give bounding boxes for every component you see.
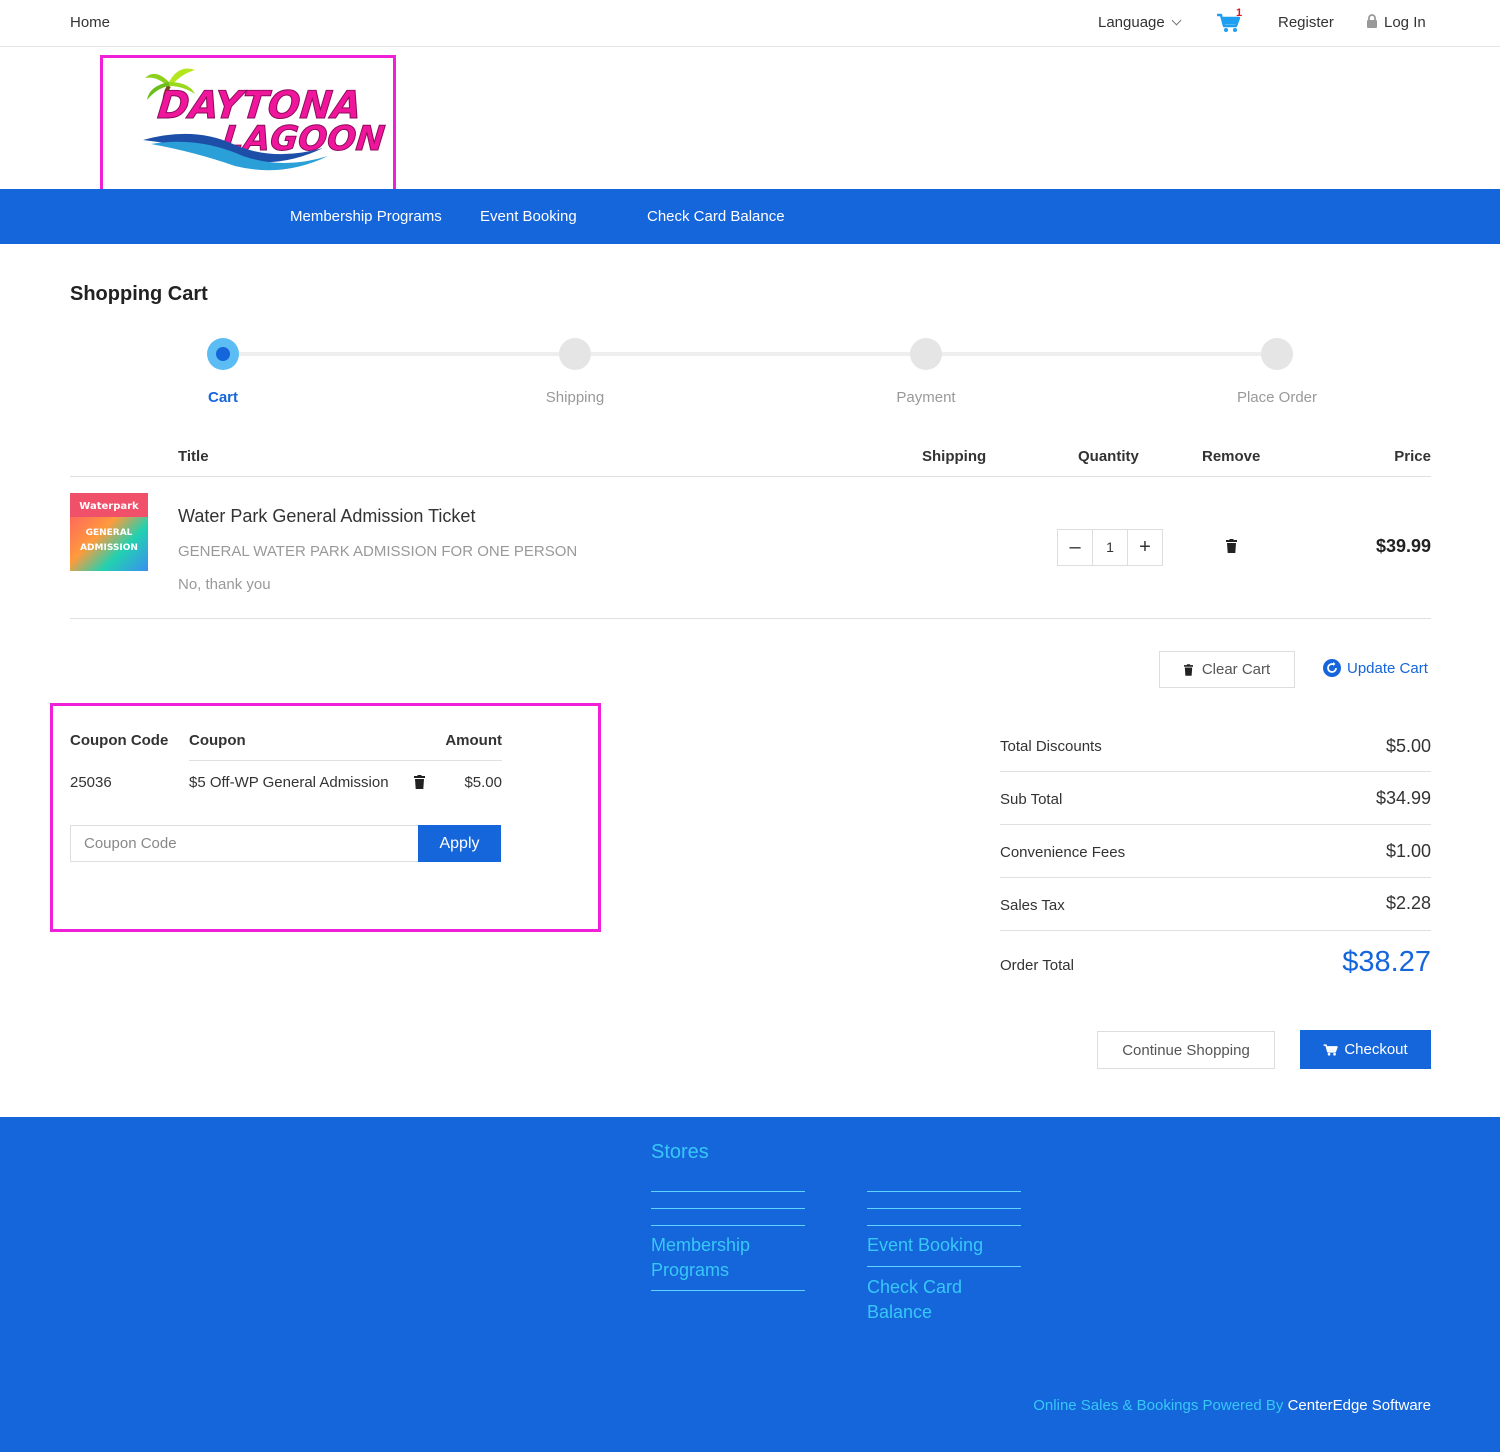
column-header-shipping: Shipping (922, 448, 987, 465)
step-cart-dot (207, 338, 239, 370)
quantity-value[interactable]: 1 (1092, 530, 1128, 565)
thumb-text-1: Waterpark (79, 501, 139, 512)
refresh-icon (1323, 659, 1341, 677)
language-dropdown[interactable]: Language (1098, 14, 1182, 31)
step-shipping-dot (559, 338, 591, 370)
quantity-increase-button[interactable]: + (1128, 530, 1162, 565)
remove-coupon-trash-icon[interactable] (414, 775, 425, 789)
quantity-stepper: – 1 + (1057, 529, 1163, 566)
cart-icon (1323, 1043, 1339, 1056)
update-cart-label: Update Cart (1347, 659, 1428, 677)
top-bar: Home Language 1 Register Log In (0, 0, 1500, 47)
column-header-price: Price (1394, 448, 1431, 465)
footer-divider (867, 1208, 1021, 1209)
product-title[interactable]: Water Park General Admission Ticket (178, 506, 475, 527)
coupon-header-divider (189, 760, 502, 761)
column-header-quantity: Quantity (1078, 448, 1139, 465)
nav-check-card-balance[interactable]: Check Card Balance (647, 208, 785, 225)
centeredge-link[interactable]: CenterEdge Software (1288, 1397, 1431, 1414)
coupon-header-code: Coupon Code (70, 732, 169, 749)
order-total-label: Order Total (1000, 957, 1074, 974)
main-nav: Membership Programs Event Booking Check … (0, 189, 1500, 244)
footer-divider (651, 1290, 805, 1291)
totals-divider (1000, 824, 1431, 825)
totals-divider (1000, 771, 1431, 772)
login-link[interactable]: Log In (1366, 14, 1426, 31)
nav-membership-programs[interactable]: Membership Programs (290, 208, 442, 225)
apply-coupon-button[interactable]: Apply (418, 825, 501, 862)
sub-total-value: $34.99 (1375, 788, 1431, 808)
stepper-track (223, 352, 1278, 356)
footer-divider (651, 1191, 805, 1192)
footer-link-membership-programs[interactable]: Membership Programs (651, 1233, 801, 1283)
powered-by-text: Online Sales & Bookings Powered By Cente… (1033, 1397, 1431, 1414)
continue-shopping-button[interactable]: Continue Shopping (1097, 1031, 1275, 1069)
footer-divider (867, 1191, 1021, 1192)
step-payment-dot (910, 338, 942, 370)
site-logo[interactable]: DAYTONA LAGOON (100, 55, 396, 193)
footer-divider (651, 1225, 805, 1226)
sales-tax-label: Sales Tax (1000, 897, 1065, 914)
nav-event-booking[interactable]: Event Booking (480, 208, 577, 225)
page-title: Shopping Cart (70, 283, 208, 305)
product-option: No, thank you (178, 576, 271, 593)
language-label: Language (1098, 14, 1165, 31)
coupon-row-code: 25036 (70, 774, 112, 791)
clear-cart-button[interactable]: Clear Cart (1159, 651, 1295, 688)
convenience-fees-label: Convenience Fees (1000, 844, 1126, 861)
remove-item-trash-icon[interactable] (1226, 539, 1237, 553)
thumb-text-3: ADMISSION (80, 543, 138, 553)
coupon-row-amount: $5.00 (464, 774, 502, 791)
coupon-code-input[interactable] (70, 825, 418, 862)
total-discounts-value: $5.00 (1385, 736, 1431, 756)
home-link[interactable]: Home (70, 14, 110, 31)
footer-stores-title: Stores (651, 1141, 709, 1163)
product-price: $39.99 (1375, 536, 1431, 556)
sales-tax-value: $2.28 (1385, 893, 1431, 913)
coupon-header-coupon: Coupon (189, 732, 246, 749)
coupon-header-amount: Amount (445, 732, 502, 749)
quantity-decrease-button[interactable]: – (1058, 530, 1092, 565)
checkout-label: Checkout (1344, 1041, 1408, 1058)
clear-cart-label: Clear Cart (1201, 661, 1271, 678)
footer-link-check-card-balance[interactable]: Check Card Balance (867, 1275, 987, 1325)
table-row-divider (70, 618, 1431, 619)
step-payment-label: Payment (896, 389, 956, 406)
step-place-order-label: Place Order (1236, 389, 1318, 406)
lock-icon (1367, 14, 1377, 28)
thumb-text-2: GENERAL (86, 528, 133, 538)
login-label: Log In (1384, 14, 1426, 31)
step-place-order-dot (1261, 338, 1293, 370)
footer-divider (867, 1225, 1021, 1226)
trash-icon (1183, 663, 1193, 676)
totals-divider (1000, 877, 1431, 878)
total-discounts-label: Total Discounts (1000, 738, 1102, 755)
footer-divider (651, 1208, 805, 1209)
order-total-value: $38.27 (1342, 946, 1431, 978)
convenience-fees-value: $1.00 (1385, 841, 1431, 861)
sub-total-label: Sub Total (1000, 791, 1063, 808)
footer-link-event-booking[interactable]: Event Booking (867, 1233, 1017, 1258)
column-header-remove: Remove (1202, 448, 1261, 465)
column-header-title: Title (178, 448, 209, 465)
footer-divider (867, 1266, 1021, 1267)
register-link[interactable]: Register (1278, 14, 1334, 31)
step-cart-label: Cart (207, 389, 238, 406)
powered-by-label: Online Sales & Bookings Powered By (1033, 1397, 1284, 1414)
totals-divider (1000, 930, 1431, 931)
table-header-divider (70, 476, 1431, 477)
coupon-row-name: $5 Off-WP General Admission (189, 774, 389, 791)
daytona-lagoon-logo: DAYTONA LAGOON (143, 68, 387, 171)
product-thumbnail: Waterpark GENERAL ADMISSION (70, 493, 148, 571)
update-cart-button[interactable]: Update Cart (1323, 659, 1428, 677)
checkout-button[interactable]: Checkout (1300, 1030, 1431, 1069)
chevron-down-icon (1171, 15, 1182, 26)
cart-count-badge: 1 (1236, 7, 1243, 19)
product-description: GENERAL WATER PARK ADMISSION FOR ONE PER… (178, 543, 578, 560)
step-shipping-label: Shipping (545, 389, 605, 406)
